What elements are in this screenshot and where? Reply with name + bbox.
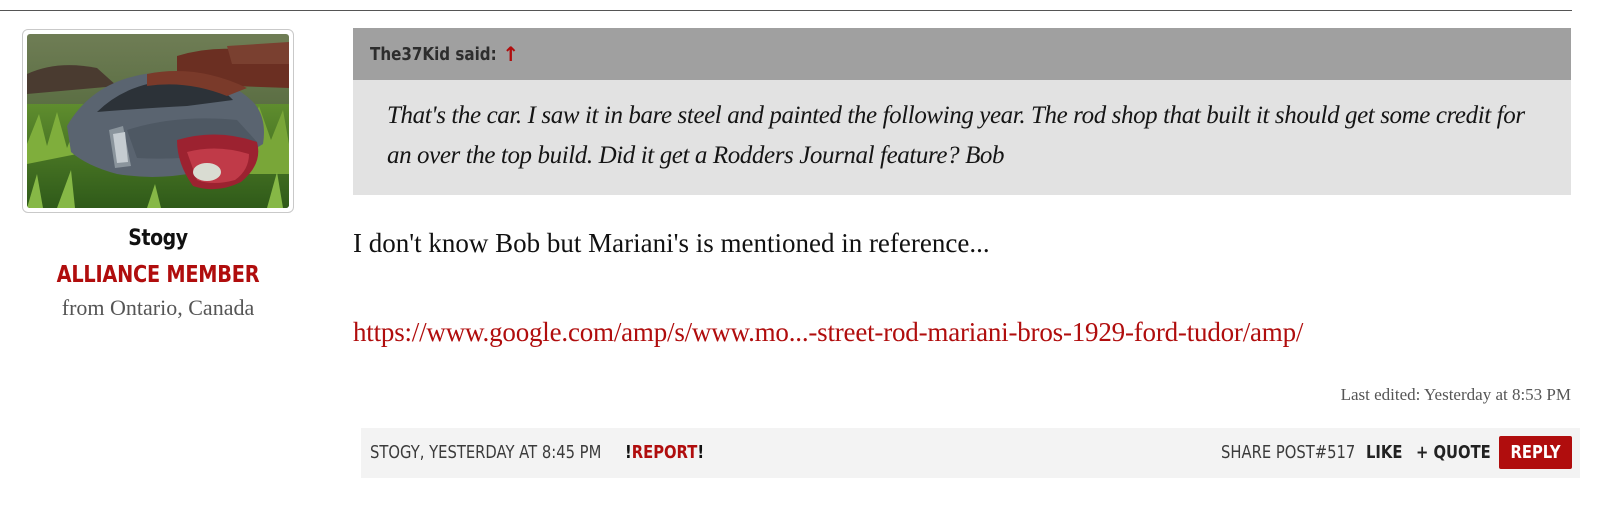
post-author-time[interactable]: STOGY, YESTERDAY AT 8:45 PM bbox=[370, 442, 601, 463]
avatar-image bbox=[27, 34, 289, 208]
message-text: I don't know Bob but Mariani's is mentio… bbox=[353, 228, 990, 258]
avatar[interactable] bbox=[22, 29, 294, 213]
post-footer: STOGY, YESTERDAY AT 8:45 PM !REPORT! SHA… bbox=[361, 428, 1580, 478]
top-divider bbox=[0, 10, 1572, 11]
like-button[interactable]: LIKE bbox=[1366, 442, 1402, 463]
quote-header: The37Kid said: ↑ bbox=[353, 28, 1571, 80]
quote-author[interactable]: The37Kid said: bbox=[370, 44, 497, 65]
message-link[interactable]: https://www.google.com/amp/s/www.mo...-s… bbox=[353, 317, 1303, 348]
reply-button[interactable]: REPLY bbox=[1499, 436, 1572, 469]
quote-button[interactable]: + QUOTE bbox=[1416, 442, 1491, 463]
report-link[interactable]: !REPORT! bbox=[625, 442, 704, 463]
report-suffix: ! bbox=[697, 442, 705, 463]
user-location: from Ontario, Canada bbox=[61, 295, 255, 320]
user-title: ALLIANCE MEMBER bbox=[56, 262, 260, 288]
reply-label: REPLY bbox=[1510, 442, 1561, 463]
quote-block: The37Kid said: ↑ That's the car. I saw i… bbox=[353, 28, 1571, 195]
username[interactable]: Stogy bbox=[41, 226, 275, 251]
report-label[interactable]: REPORT bbox=[632, 442, 698, 463]
share-post-link[interactable]: SHARE POST#517 bbox=[1221, 442, 1355, 463]
quote-text: That's the car. I saw it in bare steel a… bbox=[387, 102, 1525, 169]
quote-jump-arrow-icon[interactable]: ↑ bbox=[502, 42, 519, 66]
last-edited: Last edited: Yesterday at 8:53 PM bbox=[1340, 385, 1571, 404]
